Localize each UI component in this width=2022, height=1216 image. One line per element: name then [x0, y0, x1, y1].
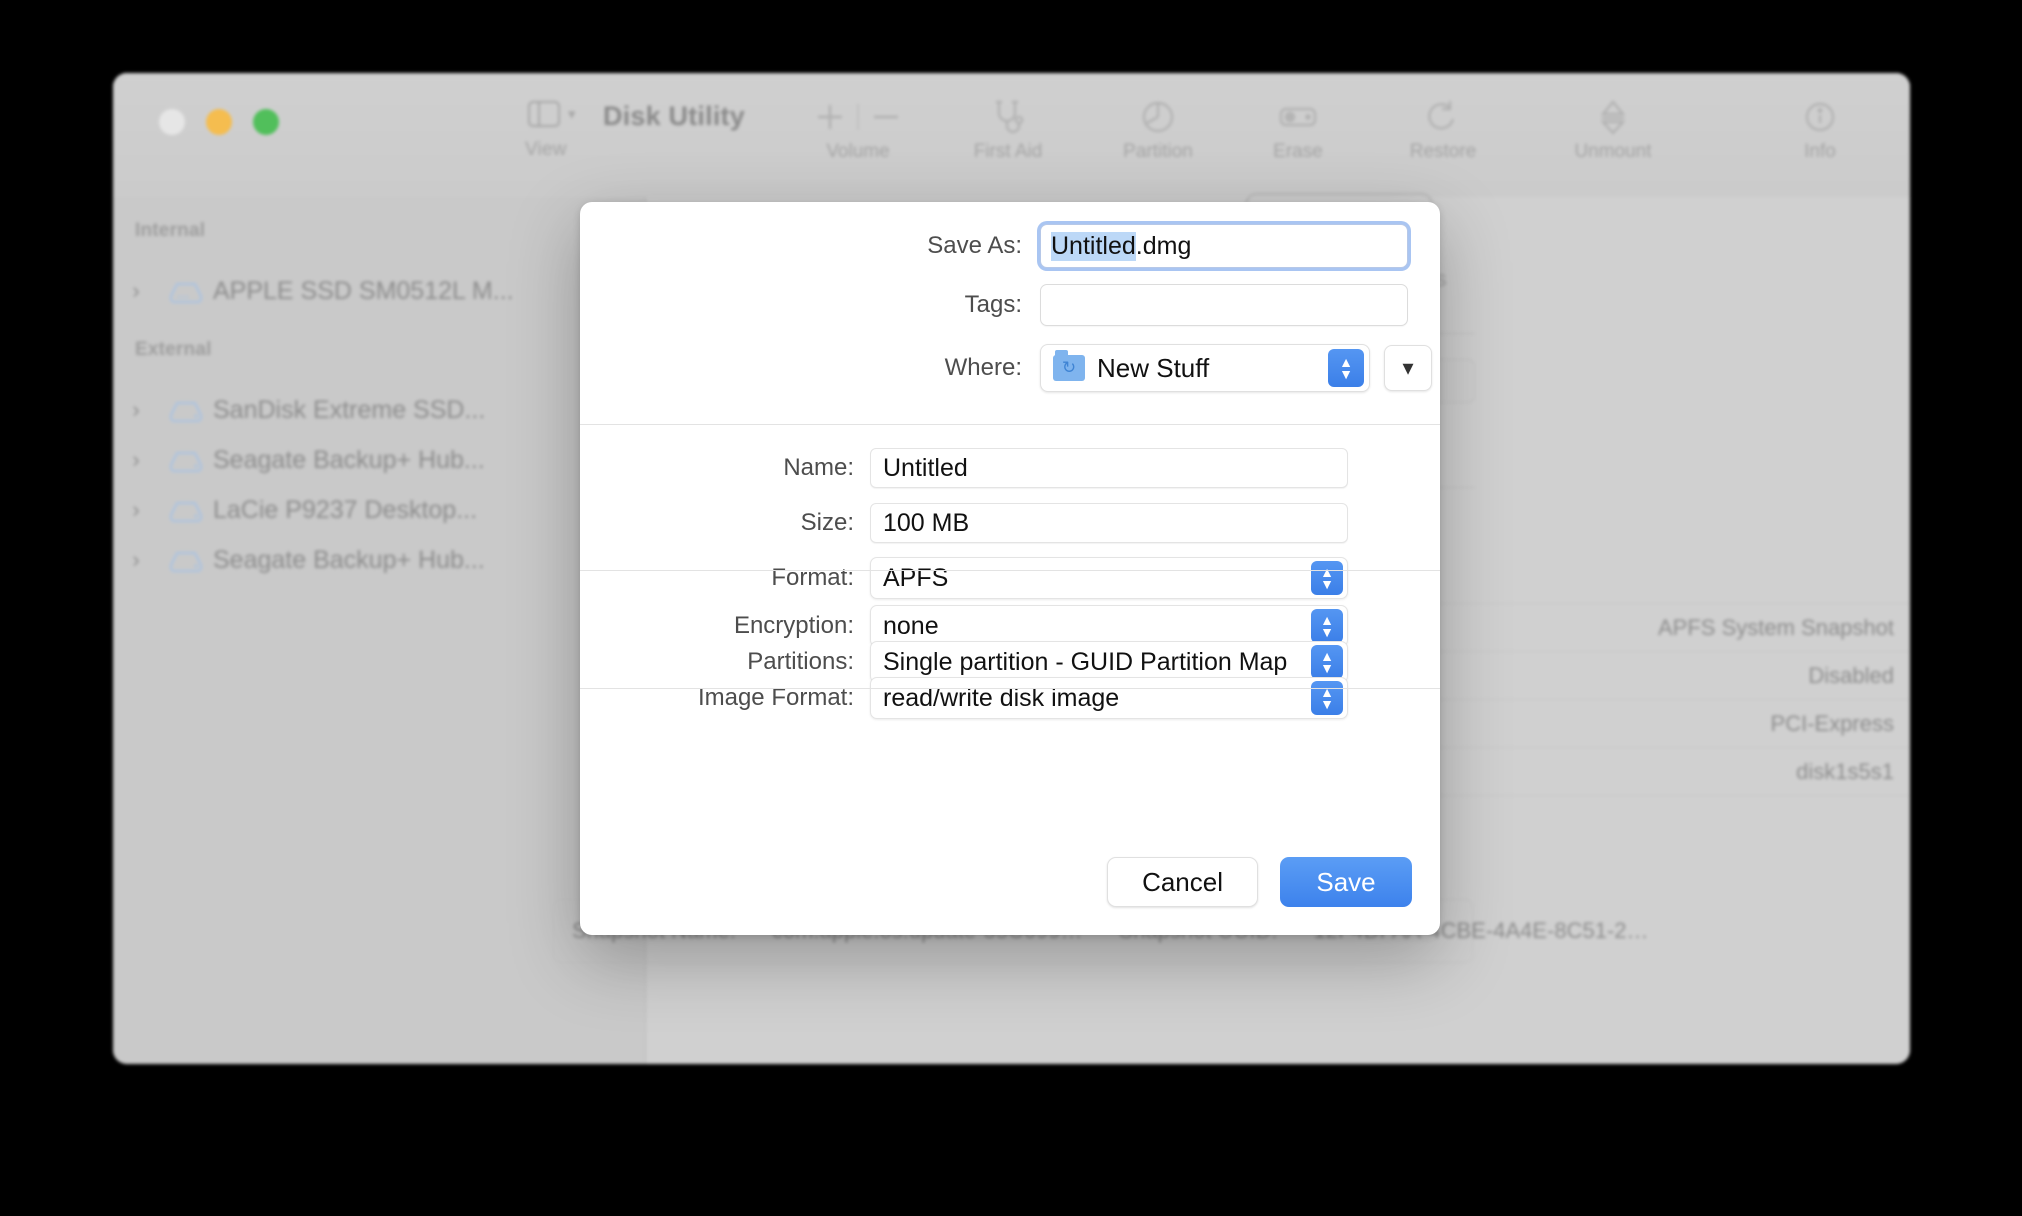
toolbar-label: First Aid	[933, 141, 1083, 163]
sync-folder-icon	[1053, 355, 1085, 381]
sidebar-item-label: SanDisk Extreme SSD...	[213, 396, 485, 425]
toolbar-label: Volume	[785, 141, 931, 163]
sidebar-group-header-internal: Internal	[135, 220, 205, 242]
name-row: Name: Untitled	[580, 448, 1440, 488]
divider	[580, 570, 1440, 571]
eject-unmount-icon	[1523, 97, 1703, 137]
sidebar-group-header-external: External	[135, 339, 212, 361]
sidebar-item-external-2[interactable]: › LaCie P9237 Desktop...	[113, 488, 645, 532]
image-format-row: Image Format: read/write disk image ▲▼	[580, 677, 1440, 719]
updown-chevrons-icon[interactable]: ▲▼	[1311, 609, 1343, 643]
undo-arrow-icon	[1363, 97, 1523, 137]
sidebar-item-external-0[interactable]: › SanDisk Extreme SSD...	[113, 388, 645, 432]
save-as-input[interactable]: Untitled.dmg	[1040, 224, 1408, 268]
toolbar-erase[interactable]: Erase	[1233, 97, 1363, 163]
expand-browser-button[interactable]: ▾	[1384, 345, 1432, 391]
erase-drive-icon	[1233, 97, 1363, 137]
disclosure-chevron-icon[interactable]: ›	[113, 547, 159, 573]
toolbar-label: Unmount	[1523, 141, 1703, 163]
toolbar-volume[interactable]: Volume	[785, 97, 931, 163]
chevron-down-icon: ▾	[1402, 355, 1413, 381]
sidebar-item-external-3[interactable]: › Seagate Backup+ Hub...	[113, 538, 645, 582]
where-value: New Stuff	[1097, 353, 1209, 384]
window-title: Disk Utility	[603, 101, 745, 132]
sidebar-item-label: APPLE SSD SM0512L M...	[213, 277, 514, 306]
dialog-buttons: Cancel Save	[1107, 857, 1412, 907]
toolbar-label: Restore	[1363, 141, 1523, 163]
sidebar-item-label: LaCie P9237 Desktop...	[213, 496, 477, 525]
name-input[interactable]: Untitled	[870, 448, 1348, 488]
where-popup-button[interactable]: New Stuff ▲▼	[1040, 344, 1370, 392]
chevron-down-icon: ▾	[568, 107, 576, 122]
size-input[interactable]: 100 MB	[870, 503, 1348, 543]
maximize-button[interactable]	[253, 109, 279, 135]
encryption-label: Encryption:	[580, 612, 870, 640]
partitions-value: Single partition - GUID Partition Map	[883, 648, 1287, 677]
updown-chevrons-icon[interactable]: ▲▼	[1328, 349, 1364, 387]
toolbar-unmount[interactable]: Unmount	[1523, 97, 1703, 163]
save-button[interactable]: Save	[1280, 857, 1412, 907]
pie-chart-icon	[1083, 97, 1233, 137]
sidebar-item-label: Seagate Backup+ Hub...	[213, 446, 485, 475]
save-as-selected-text: Untitled	[1051, 232, 1136, 261]
format-popup-button[interactable]: APFS ▲▼	[870, 557, 1348, 599]
partitions-label: Partitions:	[580, 648, 870, 676]
tags-label: Tags:	[580, 291, 1040, 319]
sidebar-toggle-icon	[528, 101, 560, 127]
stethoscope-icon	[933, 97, 1083, 137]
updown-chevrons-icon[interactable]: ▲▼	[1311, 561, 1343, 595]
format-label: Format:	[580, 564, 870, 592]
where-row: Where: New Stuff ▲▼ ▾	[580, 344, 1440, 392]
toolbar-first-aid[interactable]: First Aid	[933, 97, 1083, 163]
toolbar-partition[interactable]: Partition	[1083, 97, 1233, 163]
divider	[580, 688, 1440, 689]
minimize-button[interactable]	[206, 109, 232, 135]
info-circle-icon	[1765, 97, 1875, 137]
external-disk-icon	[159, 445, 213, 475]
toolbar-label: Partition	[1083, 141, 1233, 163]
divider	[580, 424, 1440, 425]
save-as-row: Save As: Untitled.dmg	[580, 224, 1440, 268]
plus-minus-icon	[785, 97, 931, 137]
tags-row: Tags:	[580, 284, 1440, 326]
updown-chevrons-icon[interactable]: ▲▼	[1311, 645, 1343, 679]
external-disk-icon	[159, 395, 213, 425]
save-as-extension-text: .dmg	[1136, 232, 1192, 261]
sidebar-item-external-1[interactable]: › Seagate Backup+ Hub...	[113, 438, 645, 482]
image-format-popup-button[interactable]: read/write disk image ▲▼	[870, 677, 1348, 719]
encryption-value: none	[883, 612, 939, 641]
sidebar-item-internal-0[interactable]: › APPLE SSD SM0512L M...	[113, 269, 645, 313]
save-dialog-sheet: Save As: Untitled.dmg Tags: Where: New S…	[580, 202, 1440, 935]
toolbar-info[interactable]: Info	[1765, 97, 1875, 163]
format-value: APFS	[883, 564, 948, 593]
toolbar-label: Info	[1765, 141, 1875, 163]
toolbar-restore[interactable]: Restore	[1363, 97, 1523, 163]
view-toggle-button[interactable]: ▾	[528, 101, 576, 127]
disclosure-chevron-icon[interactable]: ›	[113, 447, 159, 473]
format-row: Format: APFS ▲▼	[580, 557, 1440, 599]
size-row: Size: 100 MB	[580, 503, 1440, 543]
screen-root: ▾ View Disk Utility Volume First Aid	[0, 0, 2022, 1216]
updown-chevrons-icon[interactable]: ▲▼	[1311, 681, 1343, 715]
toolbar-label: Erase	[1233, 141, 1363, 163]
external-disk-icon	[159, 495, 213, 525]
tags-input[interactable]	[1040, 284, 1408, 326]
external-disk-icon	[159, 545, 213, 575]
internal-disk-icon	[159, 276, 213, 306]
view-label: View	[525, 139, 567, 161]
save-as-label: Save As:	[580, 232, 1040, 260]
name-label: Name:	[580, 454, 870, 482]
cancel-button[interactable]: Cancel	[1107, 857, 1258, 907]
disclosure-chevron-icon[interactable]: ›	[113, 397, 159, 423]
traffic-lights	[159, 109, 279, 135]
disclosure-chevron-icon[interactable]: ›	[113, 278, 159, 304]
close-button[interactable]	[159, 109, 185, 135]
where-label: Where:	[580, 354, 1040, 382]
disclosure-chevron-icon[interactable]: ›	[113, 497, 159, 523]
sidebar-item-label: Seagate Backup+ Hub...	[213, 546, 485, 575]
size-label: Size:	[580, 509, 870, 537]
